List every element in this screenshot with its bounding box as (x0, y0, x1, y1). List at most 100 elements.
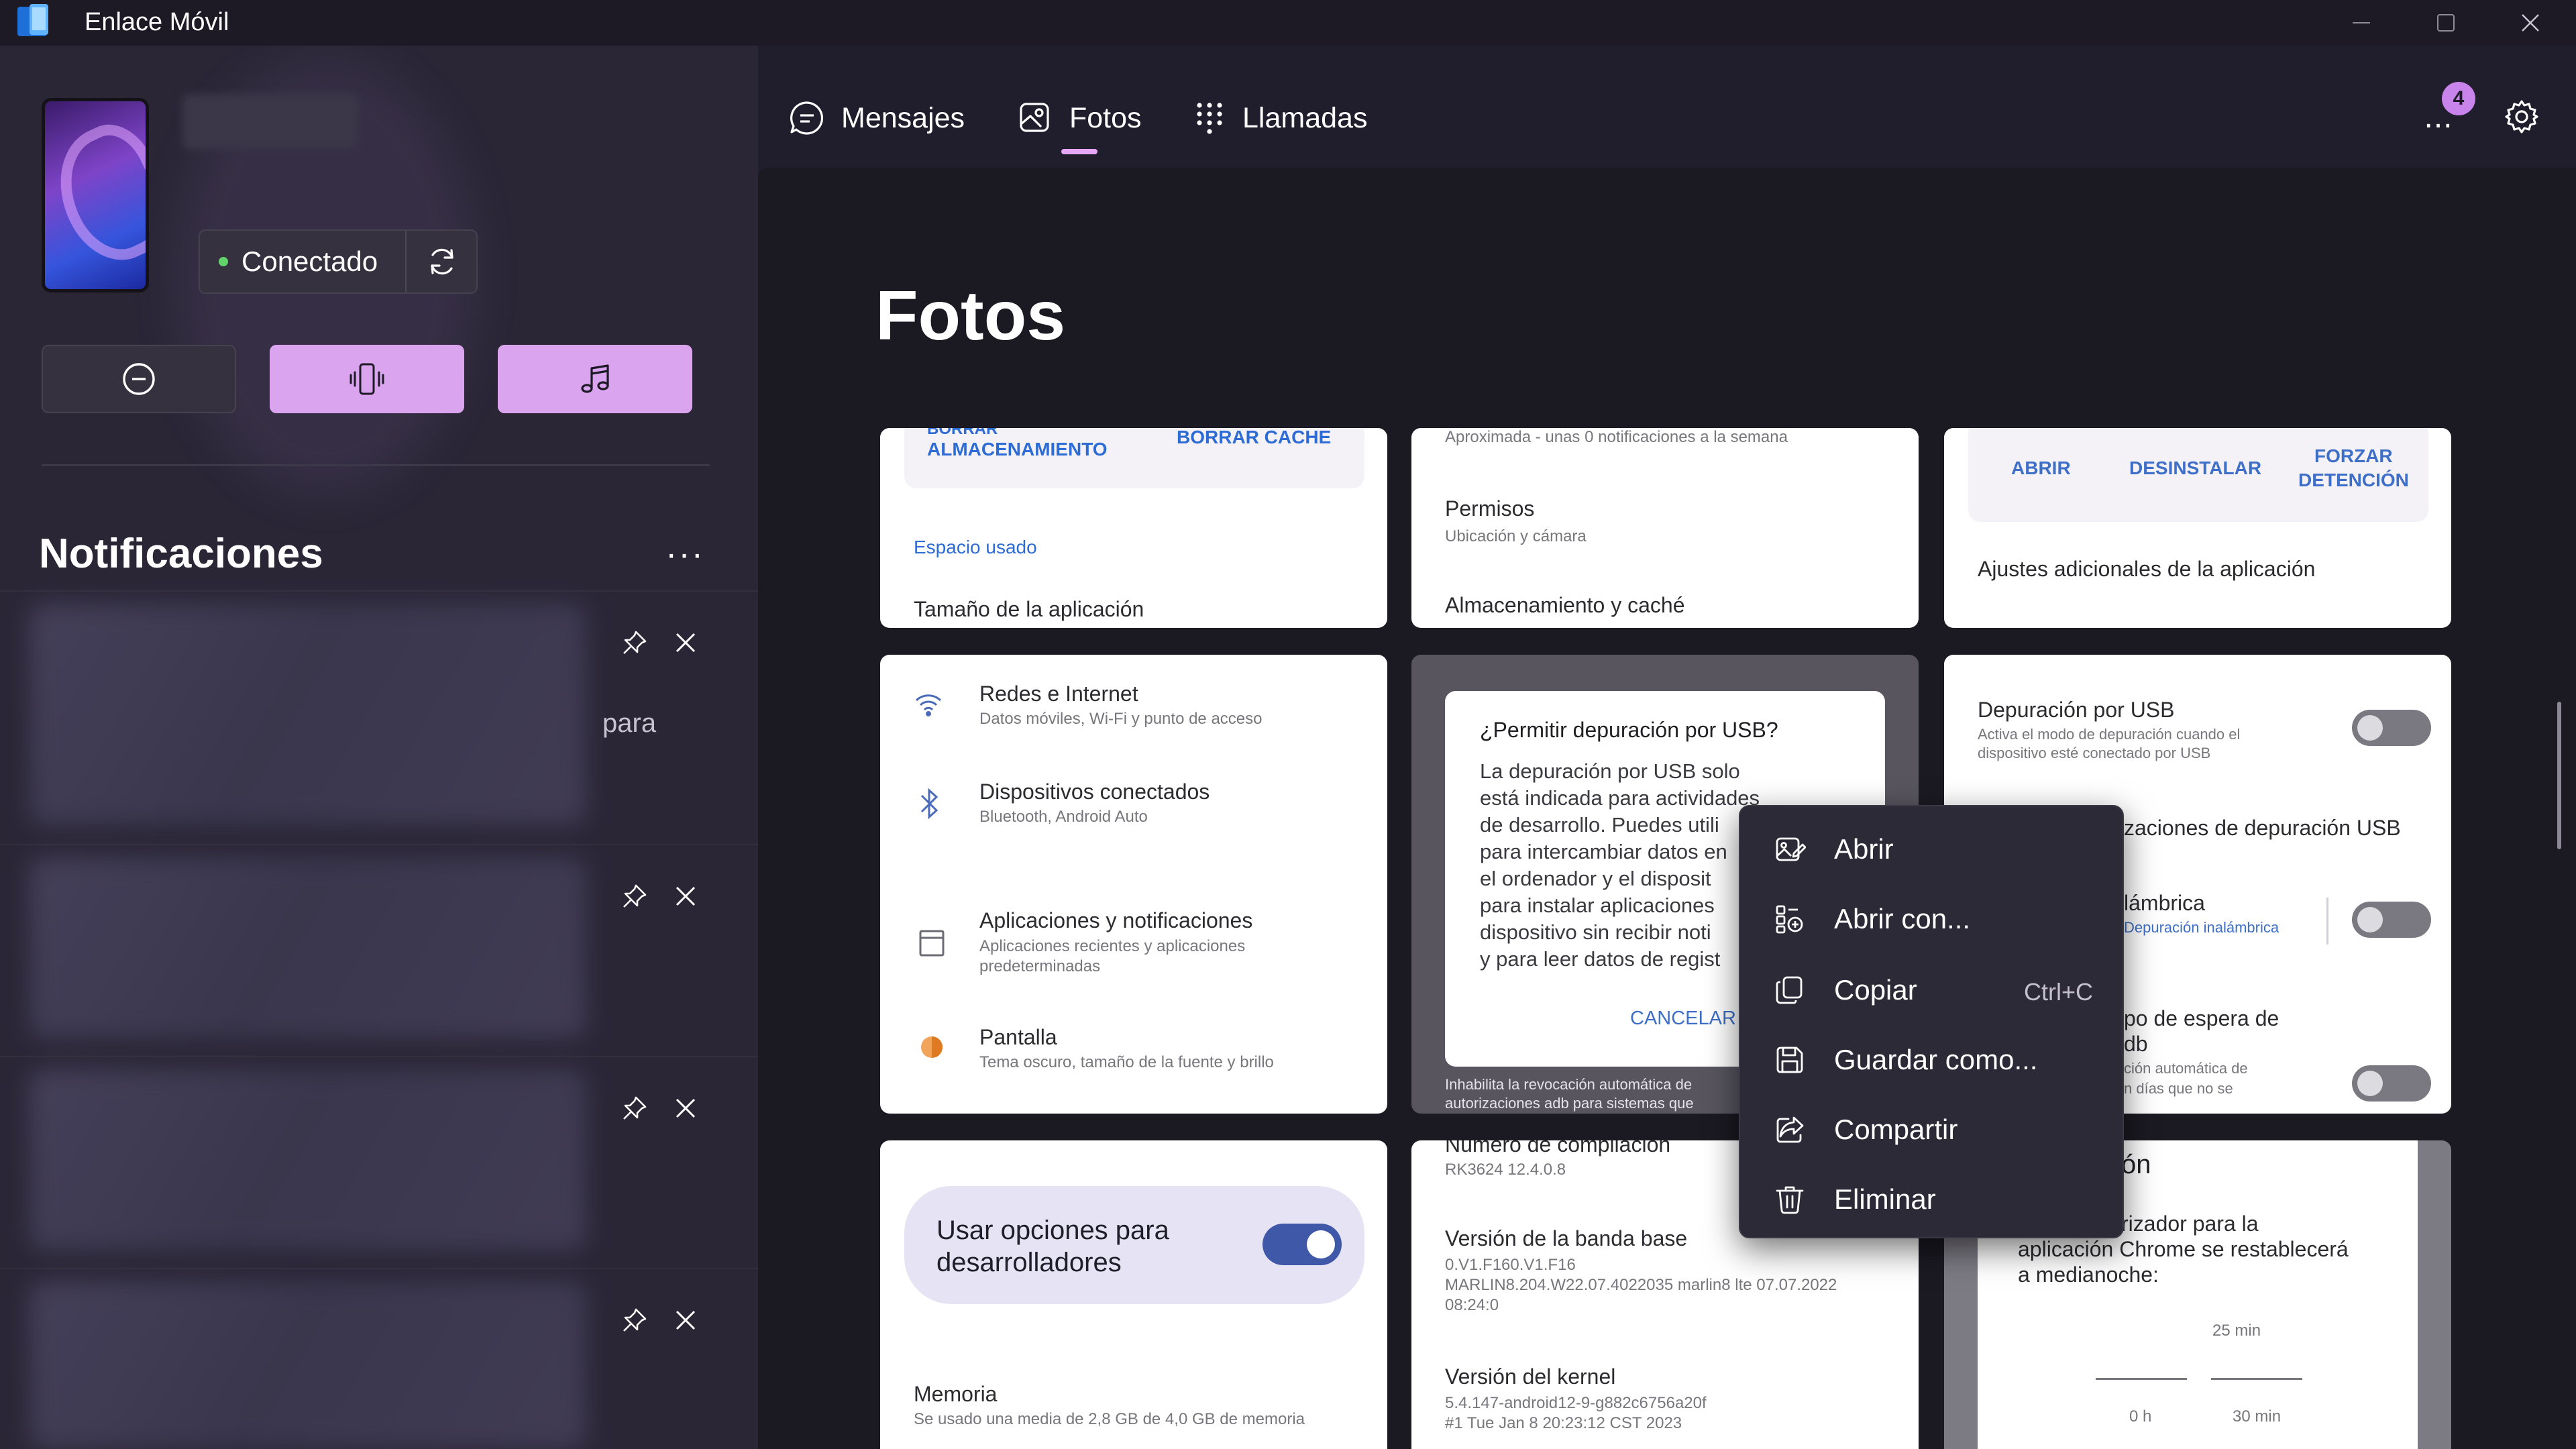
photo-text: Tamaño de la aplicación (914, 597, 1144, 621)
photo-text: zaciones de depuración USB (2124, 816, 2401, 840)
pin-button[interactable] (614, 623, 655, 663)
close-window-button[interactable] (2490, 0, 2571, 46)
tab-mensajes[interactable]: Mensajes (788, 93, 965, 144)
photo-text: está indicada para actividades (1480, 786, 1760, 810)
close-icon (2522, 14, 2539, 32)
scrollbar-thumb[interactable] (2557, 702, 2561, 849)
photo-text: #1 Tue Jan 8 20:23:12 CST 2023 (1445, 1414, 1682, 1432)
photo-text: Bluetooth, Android Auto (979, 808, 1148, 826)
app-title: Enlace Móvil (85, 8, 229, 36)
close-icon (676, 1310, 696, 1330)
notification-badge: 4 (2442, 82, 2475, 115)
notification-item[interactable] (0, 1268, 758, 1449)
maximize-button[interactable] (2406, 0, 2486, 46)
sync-button[interactable] (407, 231, 478, 292)
title-bar: Enlace Móvil (0, 0, 2576, 46)
photo-thumbnail[interactable]: Redes e Internet Datos móviles, Wi-Fi y … (880, 655, 1387, 1114)
photo-text: n días que no se (2124, 1080, 2233, 1097)
photo-text: 30 min (2233, 1407, 2282, 1426)
photo-text: desarrolladores (936, 1248, 1122, 1277)
photo-text: el ordenador y el disposit (1480, 867, 1711, 890)
photo-text: Espacio usado (914, 537, 1037, 557)
photo-text: Aplicaciones y notificaciones (979, 908, 1253, 932)
sidebar-separator (42, 464, 710, 466)
photo-text: Número de compilación (1445, 1140, 1671, 1157)
pin-icon (623, 1308, 647, 1332)
tab-fotos[interactable]: Fotos (1016, 93, 1142, 144)
do-not-disturb-button[interactable] (42, 345, 236, 413)
bluetooth-icon (920, 788, 938, 820)
photo-text: Aplicaciones recientes y aplicaciones pr… (979, 937, 1246, 975)
photo-icon (1020, 103, 1049, 132)
photo-thumbnail[interactable]: Usar opciones para desarrolladores Memor… (880, 1140, 1387, 1449)
menu-item-eliminar[interactable]: Eliminar (1746, 1167, 2118, 1232)
photo-text: db (2124, 1032, 2148, 1056)
phone-image[interactable] (42, 98, 149, 292)
notification-content-blurred (30, 1069, 586, 1250)
photo-text: Versión de la banda base (1445, 1226, 1688, 1250)
notification-item[interactable] (0, 844, 758, 1056)
menu-item-guardar-como[interactable]: Guardar como... (1746, 1028, 2118, 1092)
photo-thumbnail[interactable]: Aproximada - unas 0 notificaciones a la … (1411, 428, 1919, 628)
photo-text: Dispositivos conectados (979, 780, 1210, 804)
notifications-more-button[interactable]: ··· (661, 535, 708, 574)
menu-item-abrir[interactable]: Abrir (1746, 817, 2118, 881)
display-icon (921, 1036, 943, 1058)
dismiss-notification-button[interactable] (665, 623, 706, 663)
shortcut-hint: Ctrl+C (2023, 978, 2093, 1006)
menu-item-copiar[interactable]: Copiar Ctrl+C (1746, 958, 2118, 1022)
notification-item[interactable]: para (0, 590, 758, 844)
menu-item-compartir[interactable]: Compartir (1746, 1097, 2118, 1162)
close-icon (676, 1098, 696, 1118)
tab-llamadas[interactable]: Llamadas (1191, 93, 1367, 144)
notification-item[interactable] (0, 1056, 758, 1268)
photo-text: Se usado una media de 2,8 GB de 4,0 GB d… (914, 1410, 1305, 1428)
connected-dot-icon (219, 257, 228, 266)
chat-icon (790, 101, 824, 135)
connection-status[interactable]: Conectado (200, 231, 405, 292)
open-image-icon (1774, 833, 1806, 865)
close-icon (676, 886, 696, 906)
context-menu: Abrir Abrir con... Copiar Ctrl+C Guardar… (1739, 805, 2124, 1238)
photo-text: BORRAR (927, 428, 998, 438)
media-button[interactable] (498, 345, 692, 413)
photo-thumbnail[interactable]: BORRAR ALMACENAMIENTO BORRAR CACHE Espac… (880, 428, 1387, 628)
save-icon (1774, 1044, 1806, 1076)
photo-text: La depuración por USB solo (1480, 759, 1740, 783)
connection-status-group: Conectado (199, 229, 478, 294)
photo-text: dispositivo esté conectado por USB (1978, 745, 2211, 761)
pin-icon (623, 631, 647, 654)
tab-llamadas-label: Llamadas (1242, 101, 1368, 134)
photo-thumbnail[interactable]: ABRIR DESINSTALAR FORZAR DETENCIÓN Ajust… (1944, 428, 2451, 628)
app-logo-icon (17, 4, 48, 36)
menu-item-label: Abrir con... (1834, 903, 1971, 934)
photo-text: ¿Permitir depuración por USB? (1480, 718, 1778, 742)
maximize-icon (2437, 14, 2455, 32)
photo-text: CANCELAR (1630, 1008, 1736, 1029)
settings-button[interactable] (2493, 91, 2551, 142)
page-title: Fotos (875, 277, 1066, 355)
pin-icon (623, 884, 647, 908)
pin-button[interactable] (614, 1300, 655, 1340)
photo-text: 5.4.147-android12-9-g882c6756a20f (1445, 1394, 1707, 1412)
pin-button[interactable] (614, 876, 655, 916)
dismiss-notification-button[interactable] (665, 1088, 706, 1128)
photo-toggle (2352, 1065, 2431, 1102)
menu-item-abrir-con[interactable]: Abrir con... (1746, 887, 2118, 951)
dialpad-icon (1197, 103, 1222, 134)
photo-text: Depuración inalámbrica (2124, 919, 2279, 936)
dismiss-notification-button[interactable] (665, 876, 706, 916)
photo-text: lámbrica (2124, 891, 2205, 915)
trash-icon (1774, 1183, 1806, 1216)
photo-text: Tema oscuro, tamaño de la fuente y brill… (979, 1053, 1274, 1071)
pin-button[interactable] (614, 1088, 655, 1128)
photo-text: a medianoche: (2018, 1263, 2159, 1287)
photo-text: ALMACENAMIENTO (927, 439, 1108, 460)
vibrate-button[interactable] (270, 345, 464, 413)
photo-text: BORRAR CACHE (1177, 428, 1332, 447)
menu-item-label: Eliminar (1834, 1183, 1936, 1215)
photo-text: Redes e Internet (979, 682, 1138, 706)
minimize-button[interactable] (2321, 0, 2402, 46)
vibrate-icon (350, 363, 384, 395)
dismiss-notification-button[interactable] (665, 1300, 706, 1340)
